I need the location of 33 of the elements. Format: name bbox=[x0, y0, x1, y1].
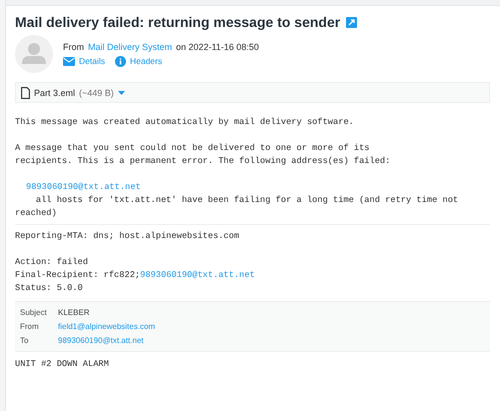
sender-link[interactable]: Mail Delivery System bbox=[88, 42, 172, 52]
avatar-icon bbox=[15, 35, 53, 73]
from-label: From bbox=[63, 42, 84, 52]
date-text: on 2022-11-16 08:50 bbox=[176, 42, 259, 52]
header-label: From bbox=[20, 321, 40, 332]
header-label: To bbox=[20, 335, 30, 346]
header-label: Subject bbox=[20, 307, 48, 318]
body-text: UNIT #2 DOWN ALARM bbox=[15, 358, 110, 371]
attachment-name: Part 3.eml bbox=[34, 88, 76, 98]
body-text: Action: failed bbox=[15, 256, 89, 269]
body-text: A message that you sent could not be delivered to one or more of its bbox=[15, 142, 371, 155]
body-text: all hosts for 'txt.att.net' have been failing for a long time (and retry time not bbox=[34, 194, 460, 207]
header-action-link[interactable]: Details bbox=[63, 56, 105, 66]
address-link[interactable]: 9893060190@txt.att.net bbox=[140, 270, 255, 280]
header-link[interactable]: 9893060190@txt.att.net bbox=[58, 336, 144, 345]
caret-icon[interactable] bbox=[118, 90, 125, 94]
attachment-size: (~449 B) bbox=[79, 88, 114, 98]
body-text: Final-Recipient: rfc822; bbox=[15, 270, 140, 280]
header-value: KLEBER bbox=[58, 308, 90, 317]
attachment-bar[interactable]: Part 3.eml (~449 B) bbox=[15, 82, 490, 103]
body-text: recipients. This is a permanent error. The following address(es) failed: bbox=[15, 155, 392, 168]
body-text: This message was created automatically by mail delivery software. bbox=[15, 116, 355, 129]
body-text: reached) bbox=[15, 207, 58, 220]
external-link-icon[interactable] bbox=[346, 16, 358, 28]
header-link[interactable]: field1@alpinewebsites.com bbox=[58, 322, 156, 331]
body-text: Reporting-MTA: dns; host.alpinewebsites.com bbox=[15, 230, 240, 243]
envelope-icon bbox=[63, 56, 75, 66]
address-link[interactable]: 9893060190@txt.att.net bbox=[26, 182, 141, 192]
message-subject: Mail delivery failed: returning message to sender bbox=[15, 14, 340, 30]
header-action-link[interactable]: Headers bbox=[114, 56, 162, 66]
file-icon bbox=[21, 86, 30, 98]
body-text: Status: 5.0.0 bbox=[15, 282, 84, 295]
info-icon bbox=[114, 56, 126, 66]
